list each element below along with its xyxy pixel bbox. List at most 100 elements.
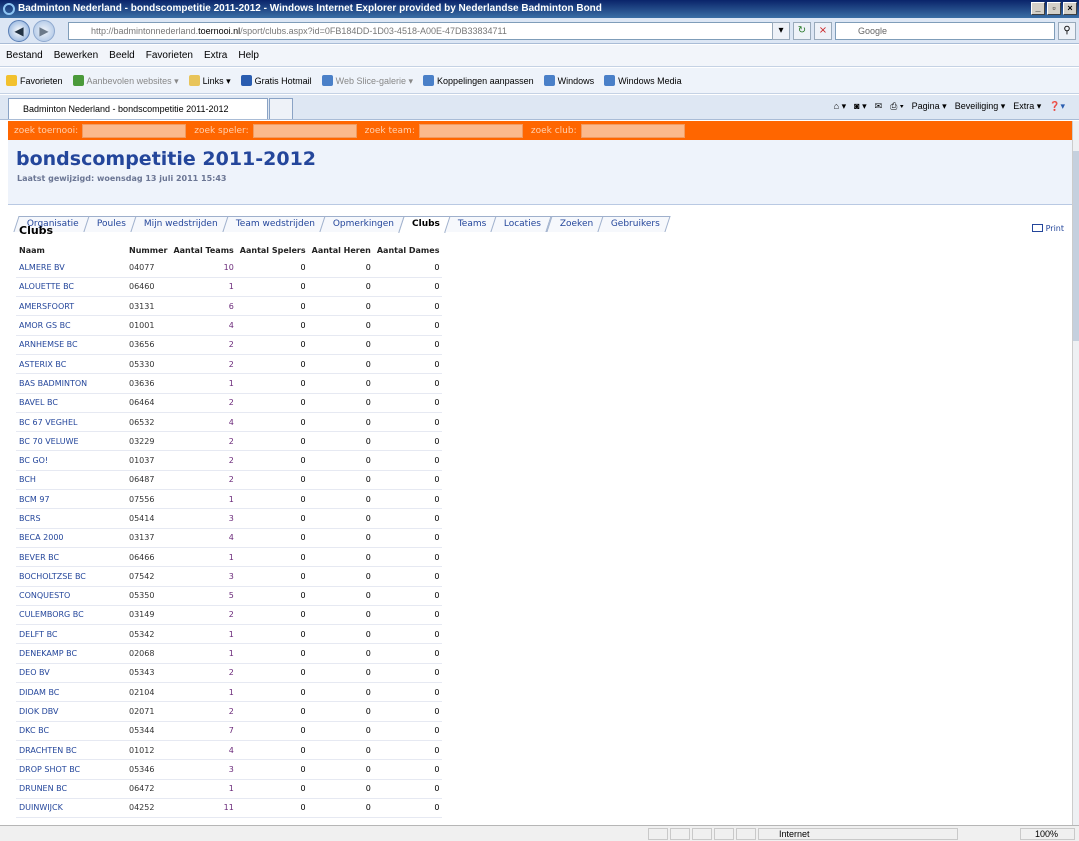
club-name-link[interactable]: DRUNEN BC xyxy=(16,779,126,799)
printer-icon[interactable]: ⎙ ▾ xyxy=(890,101,903,112)
club-name-link[interactable]: CULEMBORG BC xyxy=(16,605,126,626)
club-name-link[interactable]: DROP SHOT BC xyxy=(16,759,126,780)
favorites-bar: Favorieten Aanbevolen websites ▾ Links ▾… xyxy=(0,68,1079,94)
mail-icon[interactable]: ✉ xyxy=(875,101,883,112)
club-name-link[interactable]: ALMERE BV xyxy=(16,258,126,278)
col-aantal-teams[interactable]: Aantal Teams xyxy=(170,242,236,258)
vertical-scrollbar[interactable] xyxy=(1072,121,1079,825)
beveiliging-menu[interactable]: Beveiliging ▾ xyxy=(955,101,1006,112)
search-club-label: zoek club: xyxy=(530,125,577,136)
tab-mijn-wedstrijden[interactable]: Mijn wedstrijden xyxy=(130,216,229,232)
forward-button[interactable]: ▶ xyxy=(33,20,55,42)
club-name-link[interactable]: BCRS xyxy=(16,508,126,529)
tab-locaties[interactable]: Locaties xyxy=(490,216,553,232)
club-name-link[interactable]: BAVEL BC xyxy=(16,393,126,413)
search-player-input[interactable] xyxy=(252,123,357,138)
club-name-link[interactable]: DKC BC xyxy=(16,721,126,741)
club-name-link[interactable]: BOCHOLTZSE BC xyxy=(16,566,126,587)
club-name-link[interactable]: BC GO! xyxy=(16,450,126,471)
club-name-link[interactable]: BCH xyxy=(16,470,126,491)
search-club-input[interactable] xyxy=(580,123,685,138)
security-zone[interactable]: Internet xyxy=(758,828,958,840)
pagina-menu[interactable]: Pagina ▾ xyxy=(912,101,947,112)
players-count: 0 xyxy=(236,779,309,799)
club-name-link[interactable]: CONQUESTO xyxy=(16,586,126,606)
zoom-control[interactable]: 100% xyxy=(1020,828,1075,840)
club-name-link[interactable]: DEO BV xyxy=(16,663,126,684)
women-count: 0 xyxy=(373,315,443,336)
refresh-button[interactable]: ↻ xyxy=(793,22,811,40)
feeds-icon[interactable]: ◙ ▾ xyxy=(854,101,866,112)
search-tournament-input[interactable] xyxy=(82,123,187,138)
women-count: 0 xyxy=(373,759,443,780)
menu-beeld[interactable]: Beeld xyxy=(109,50,135,61)
extra-menu[interactable]: Extra ▾ xyxy=(1013,101,1041,112)
club-name-link[interactable]: ALOUETTE BC xyxy=(16,277,126,298)
fav-koppelingen[interactable]: Koppelingen aanpassen xyxy=(423,75,534,86)
club-name-link[interactable]: BEVER BC xyxy=(16,547,126,568)
search-input[interactable]: Google xyxy=(835,22,1055,40)
club-name-link[interactable]: DIOK DBV xyxy=(16,701,126,722)
tab-clubs[interactable]: Clubs xyxy=(398,216,451,233)
back-button[interactable]: ◀ xyxy=(8,20,30,42)
close-button[interactable]: × xyxy=(1063,2,1077,15)
search-team-input[interactable] xyxy=(418,123,523,138)
club-name-link[interactable]: AMOR GS BC xyxy=(16,315,126,336)
club-name-link[interactable]: BAS BADMINTON xyxy=(16,373,126,394)
club-name-link[interactable]: DELFT BC xyxy=(16,624,126,645)
col-aantal-heren[interactable]: Aantal Heren xyxy=(309,242,374,258)
tab-opmerkingen[interactable]: Opmerkingen xyxy=(319,216,405,232)
menu-bestand[interactable]: Bestand xyxy=(6,50,43,61)
club-name-link[interactable]: BCM 97 xyxy=(16,489,126,510)
tab-poules[interactable]: Poules xyxy=(83,216,137,232)
new-tab-button[interactable] xyxy=(269,98,293,119)
fav-links[interactable]: Links ▾ xyxy=(188,74,231,87)
tab-zoeken[interactable]: Zoeken xyxy=(545,216,604,232)
fav-windows[interactable]: Windows xyxy=(543,75,594,86)
women-count: 0 xyxy=(373,412,443,433)
fav-aanbevolen[interactable]: Aanbevolen websites ▾ xyxy=(72,74,179,87)
help-icon[interactable]: ❓▾ xyxy=(1049,101,1065,112)
scrollbar-thumb[interactable] xyxy=(1073,151,1079,341)
print-link[interactable]: Print xyxy=(1031,224,1064,233)
club-name-link[interactable]: DENEKAMP BC xyxy=(16,643,126,664)
home-icon[interactable]: ⌂ ▾ xyxy=(834,101,846,112)
fav-hotmail[interactable]: Gratis Hotmail xyxy=(240,75,312,86)
club-name-link[interactable]: DRACHTEN BC xyxy=(16,740,126,761)
menu-extra[interactable]: Extra xyxy=(204,50,227,61)
menu-favorieten[interactable]: Favorieten xyxy=(146,50,193,61)
club-name-link[interactable]: BC 67 VEGHEL xyxy=(16,412,126,433)
favorites-button[interactable]: Favorieten xyxy=(6,75,63,86)
col-aantal-spelers[interactable]: Aantal Spelers xyxy=(237,242,309,258)
club-name-link[interactable]: ASTERIX BC xyxy=(16,354,126,375)
col-naam[interactable]: Naam xyxy=(16,242,126,258)
tab-team-wedstrijden[interactable]: Team wedstrijden xyxy=(222,216,326,232)
club-name-link[interactable]: DUINWIJCK xyxy=(16,798,126,819)
fav-windows-media[interactable]: Windows Media xyxy=(604,75,682,86)
search-icon[interactable]: ⚲ xyxy=(1058,22,1076,40)
menu-bewerken[interactable]: Bewerken xyxy=(54,50,98,61)
fav-webslice[interactable]: Web Slice-galerie ▾ xyxy=(321,74,413,87)
tab-gebruikers[interactable]: Gebruikers xyxy=(597,216,671,232)
stop-button[interactable]: × xyxy=(814,22,832,40)
url-input[interactable]: http://badmintonnederland.toernooi.nl/sp… xyxy=(68,22,788,40)
col-nummer[interactable]: Nummer xyxy=(126,242,170,258)
url-dropdown-button[interactable]: ▾ xyxy=(772,22,790,40)
col-aantal-dames[interactable]: Aantal Dames xyxy=(374,242,443,258)
tab-teams[interactable]: Teams xyxy=(444,216,498,232)
club-name-link[interactable]: BECA 2000 xyxy=(16,528,126,548)
club-name-link[interactable]: AMERSFOORT xyxy=(16,296,126,317)
women-count: 0 xyxy=(373,470,443,491)
teams-count: 11 xyxy=(170,798,237,819)
club-number: 02068 xyxy=(126,643,171,664)
club-name-link[interactable]: BC 70 VELUWE xyxy=(16,431,126,452)
teams-count: 3 xyxy=(170,508,237,529)
club-name-link[interactable]: DIDAM BC xyxy=(16,682,126,703)
browser-tab[interactable]: Badminton Nederland - bondscompetitie 20… xyxy=(8,98,268,119)
menu-help[interactable]: Help xyxy=(238,50,259,61)
search-player-label: zoek speler: xyxy=(194,125,249,136)
maximize-button[interactable]: ▫ xyxy=(1047,2,1061,15)
minimize-button[interactable]: _ xyxy=(1031,2,1045,15)
table-body: ALMERE BV 04077 10 0 0 0 ALOUETTE BC 06460 1 0 0 0 A… xyxy=(16,258,443,819)
club-name-link[interactable]: ARNHEMSE BC xyxy=(16,335,126,355)
